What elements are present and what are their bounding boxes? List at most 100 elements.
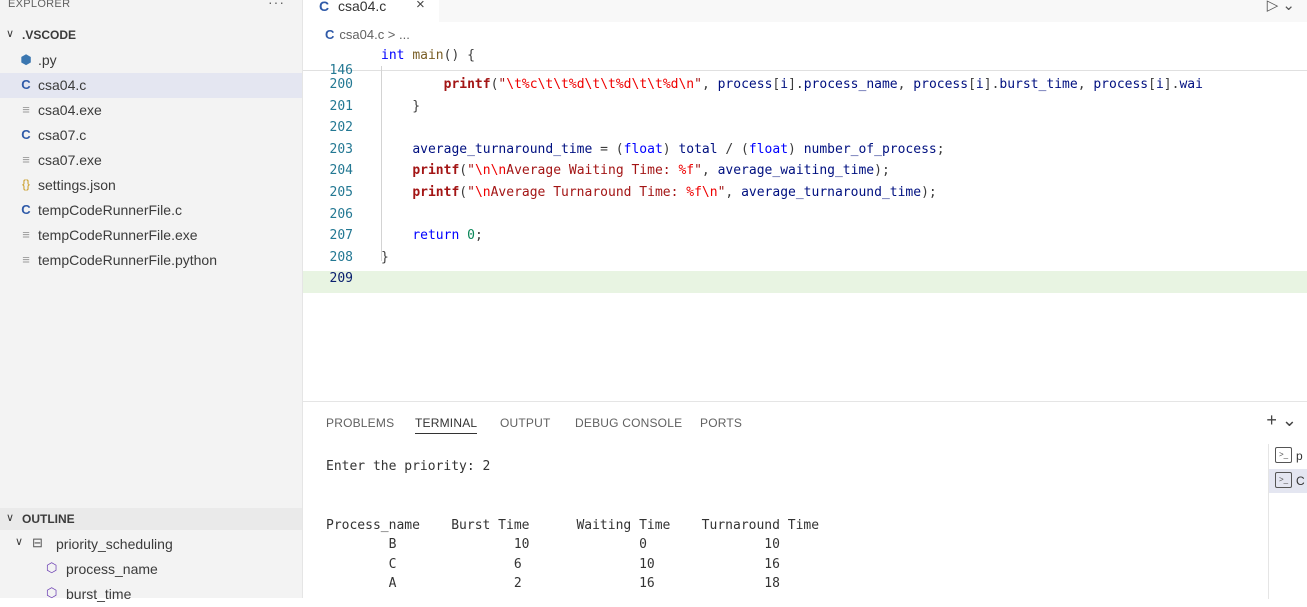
c-file-icon: C	[325, 27, 335, 42]
explorer-header: EXPLORER ···	[0, 0, 302, 14]
terminal-line: C 6 10 16	[326, 556, 780, 572]
file-name: .py	[38, 52, 57, 68]
file-name: settings.json	[38, 177, 116, 193]
code-line[interactable]: 200 printf("\t%c\t\t%d\t\t%d\t\t%d\n", p…	[303, 77, 1307, 99]
tab-label: csa04.c	[338, 0, 387, 14]
bottom-panel: PROBLEMS TERMINAL OUTPUT DEBUG CONSOLE P…	[303, 401, 1307, 599]
code-text: return 0;	[412, 228, 483, 244]
terminal-line: A 2 16 18	[326, 576, 780, 591]
new-terminal-icon[interactable]: + ⌄	[1266, 410, 1297, 431]
terminal-icon: >_	[1275, 472, 1292, 488]
file-name: csa04.exe	[38, 102, 102, 118]
code-line[interactable]: 204 printf("\n\nAverage Waiting Time: %f…	[303, 163, 1307, 185]
breadcrumb[interactable]: Ccsa04.c > ...	[325, 27, 410, 42]
code-text: }	[381, 249, 389, 265]
file-item[interactable]: Ccsa07.c	[0, 123, 302, 148]
code-line[interactable]: 203 average_turnaround_time = (float) to…	[303, 142, 1307, 164]
editor-tab-bar: C csa04.c × ▷ ⌄	[303, 0, 1307, 22]
line-number: 202	[329, 120, 353, 136]
file-item[interactable]: ≡ csa07.exe	[0, 148, 302, 173]
binary-file-icon: ≡	[22, 102, 30, 117]
breadcrumb-path: csa04.c > ...	[339, 27, 410, 42]
c-file-icon: C	[21, 77, 31, 92]
outline-header[interactable]: ∨ OUTLINE	[0, 508, 302, 530]
code-line[interactable]: 206	[303, 207, 1307, 229]
line-number: 201	[329, 98, 353, 114]
code-line[interactable]: 209	[303, 271, 1307, 294]
code-line[interactable]: 201 }	[303, 99, 1307, 121]
tab-problems[interactable]: PROBLEMS	[326, 416, 394, 430]
folder-name: .VSCODE	[22, 28, 77, 42]
file-name: csa07.exe	[38, 152, 102, 168]
file-item[interactable]: ⬢ .py	[0, 48, 302, 73]
terminal-item[interactable]: >_ p	[1269, 444, 1307, 468]
line-number: 208	[329, 249, 353, 265]
tab-ports[interactable]: PORTS	[700, 416, 742, 430]
more-actions-icon[interactable]: ···	[268, 0, 285, 10]
sticky-scroll-line[interactable]: 146 int main() {	[303, 48, 1307, 78]
terminal-label: C	[1296, 474, 1305, 488]
outline-field[interactable]: ⬡ burst_time	[0, 582, 302, 607]
explorer-sidebar: EXPLORER ··· ∨ .VSCODE ⬢ .py Ccsa04.c ≡ csa0…	[0, 0, 303, 602]
file-name: csa04.c	[38, 77, 87, 93]
keyword: int	[381, 48, 405, 63]
folder-header[interactable]: ∨ .VSCODE	[0, 24, 302, 46]
close-icon[interactable]: ×	[416, 0, 425, 13]
line-number: 203	[329, 141, 353, 157]
file-item[interactable]: ≡ tempCodeRunnerFile.exe	[0, 223, 302, 248]
file-name: csa07.c	[38, 127, 87, 143]
line-number: 207	[329, 228, 353, 244]
terminal-list: >_ p >_ C	[1268, 444, 1307, 599]
field-icon: ⬡	[46, 560, 58, 575]
code-text: }	[381, 98, 421, 114]
outline-struct-name: priority_scheduling	[56, 536, 173, 552]
line-number: 205	[329, 185, 353, 200]
c-file-icon: C	[21, 202, 31, 217]
tab-output[interactable]: OUTPUT	[500, 416, 551, 430]
tab-terminal[interactable]: TERMINAL	[415, 416, 478, 434]
python-file-icon: ⬢	[20, 52, 32, 67]
file-item[interactable]: ≡ tempCodeRunnerFile.python	[0, 248, 302, 273]
line-number: 206	[329, 206, 353, 222]
tab-csa04-c[interactable]: C csa04.c ×	[303, 0, 439, 22]
outline-struct[interactable]: ∨ ⊟ priority_scheduling	[0, 532, 302, 557]
file-item[interactable]: Ccsa04.c	[0, 73, 302, 98]
terminal-line: B 10 0 10	[326, 537, 780, 552]
file-name: tempCodeRunnerFile.exe	[38, 227, 198, 243]
terminal-icon: >_	[1275, 447, 1292, 463]
c-file-icon: C	[21, 127, 31, 142]
binary-file-icon: ≡	[22, 252, 30, 267]
line-number: 146	[329, 63, 353, 78]
explorer-title: EXPLORER	[8, 0, 71, 10]
terminal-line: Process_name Burst Time Waiting Time Tur…	[326, 517, 820, 533]
function-name: main	[412, 48, 444, 63]
tab-debug-console[interactable]: DEBUG CONSOLE	[575, 416, 682, 430]
file-item[interactable]: ≡ csa04.exe	[0, 98, 302, 123]
binary-file-icon: ≡	[22, 227, 30, 242]
outline-title: OUTLINE	[22, 512, 75, 526]
code-line[interactable]: 207 return 0;	[303, 228, 1307, 250]
field-icon: ⬡	[46, 585, 58, 600]
code-text: printf("\t%c\t\t%d\t\t%d\t\t%d\n", proce…	[443, 77, 1203, 92]
terminal-item[interactable]: >_ C	[1269, 469, 1307, 493]
chevron-down-icon: ∨	[15, 536, 24, 548]
code-line[interactable]: 205 printf("\nAverage Turnaround Time: %…	[303, 185, 1307, 207]
code-text: average_turnaround_time = (float) total …	[412, 141, 945, 157]
outline-field[interactable]: ⬡ process_name	[0, 557, 302, 582]
c-file-icon: C	[319, 0, 330, 14]
code-line[interactable]: 208}	[303, 250, 1307, 272]
outline-field-name: process_name	[66, 561, 158, 577]
file-name: tempCodeRunnerFile.c	[38, 202, 182, 218]
sticky-code: int main() {	[381, 48, 475, 63]
file-item[interactable]: {} settings.json	[0, 173, 302, 198]
binary-file-icon: ≡	[22, 152, 30, 167]
line-number: 200	[329, 77, 353, 92]
code-text: printf("\nAverage Turnaround Time: %f\n"…	[412, 185, 937, 200]
line-number: 209	[329, 271, 353, 287]
json-file-icon: {}	[21, 177, 30, 191]
file-item[interactable]: CtempCodeRunnerFile.c	[0, 198, 302, 223]
run-icon[interactable]: ▷ ⌄	[1267, 0, 1295, 14]
code-line[interactable]: 202	[303, 120, 1307, 142]
terminal-label: p	[1296, 449, 1303, 463]
chevron-down-icon: ∨	[6, 512, 15, 524]
